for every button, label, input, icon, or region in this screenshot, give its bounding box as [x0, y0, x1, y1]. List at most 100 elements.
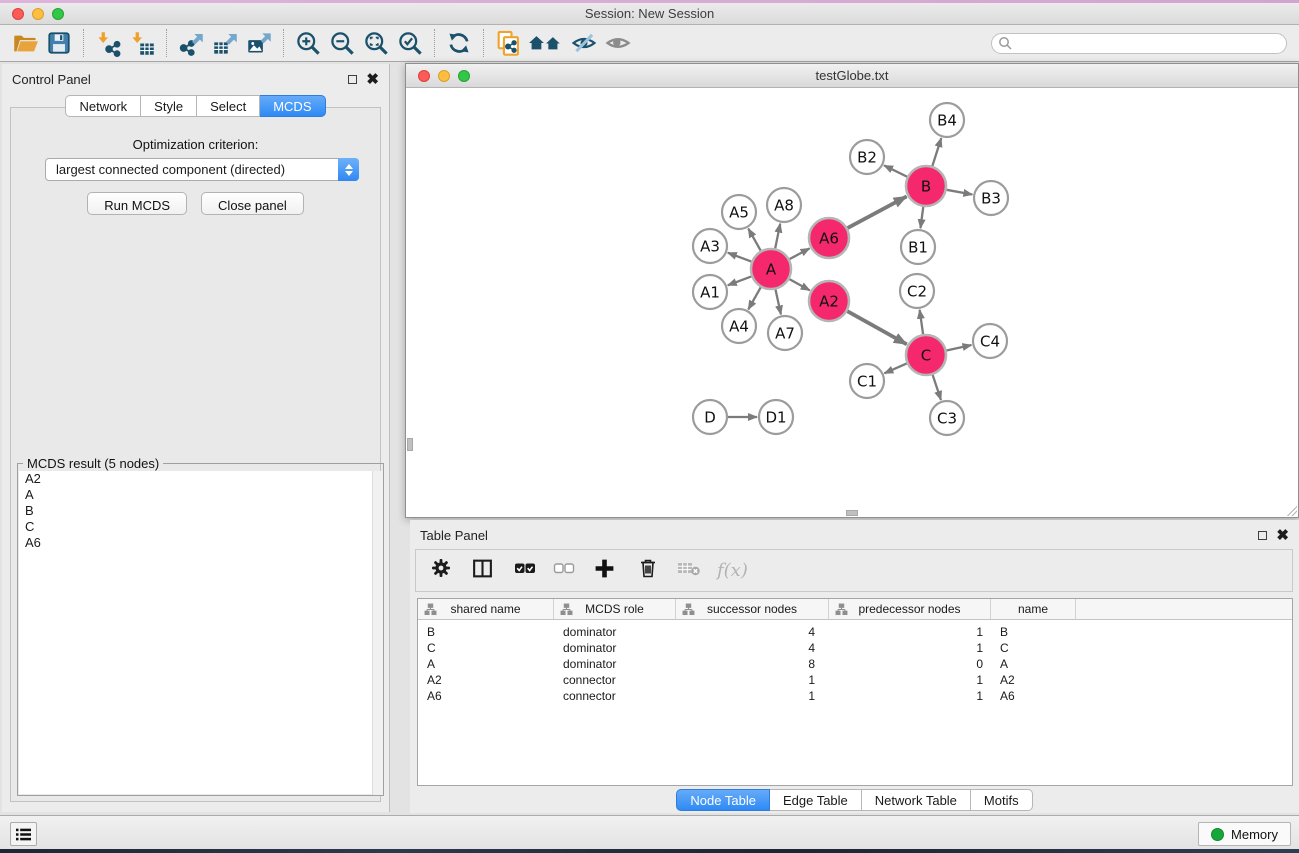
tab-network[interactable]: Network	[65, 95, 141, 117]
table-cell[interactable]: A6	[991, 688, 1076, 704]
edge-C-C3[interactable]	[933, 375, 941, 400]
edge-A2-C[interactable]	[847, 311, 906, 344]
close-window-button[interactable]	[12, 8, 24, 20]
table-options-button[interactable]	[430, 557, 452, 584]
node-B1[interactable]: B1	[901, 230, 935, 264]
node-D[interactable]: D	[693, 400, 727, 434]
table-cell[interactable]: C	[418, 640, 554, 656]
zoom-fit-button[interactable]	[359, 28, 393, 58]
edge-B-B3[interactable]	[947, 190, 973, 195]
table-cell[interactable]: dominator	[554, 640, 676, 656]
delete-entry-button[interactable]	[637, 557, 659, 584]
node-C3[interactable]: C3	[930, 401, 964, 435]
select-all-button[interactable]	[513, 557, 537, 584]
delete-table-button[interactable]	[676, 557, 702, 584]
node-A2[interactable]: A2	[809, 281, 849, 321]
mcds-result-item[interactable]: A2	[19, 471, 382, 487]
edge-A-A1[interactable]	[728, 276, 752, 285]
column-header-name[interactable]: name	[991, 599, 1076, 619]
tab-style[interactable]: Style	[141, 95, 197, 117]
edge-C-C4[interactable]	[947, 345, 972, 350]
table-row[interactable]: A6connector11A6	[418, 688, 1292, 704]
node-A[interactable]: A	[751, 249, 791, 289]
node-B3[interactable]: B3	[974, 181, 1008, 215]
node-A5[interactable]: A5	[722, 195, 756, 229]
show-column-button[interactable]	[471, 557, 494, 585]
tab-select[interactable]: Select	[197, 95, 260, 117]
edge-B-B4[interactable]	[932, 138, 941, 166]
result-scrollbar[interactable]	[372, 471, 383, 795]
table-cell[interactable]: 1	[829, 640, 991, 656]
export-image-button[interactable]	[242, 28, 276, 58]
table-row[interactable]: Adominator80A	[418, 656, 1292, 672]
table-cell[interactable]: 4	[676, 640, 829, 656]
canvas-vertical-scroll-thumb[interactable]	[407, 438, 413, 451]
node-A6[interactable]: A6	[809, 218, 849, 258]
show-panels-button[interactable]	[601, 28, 635, 58]
tab-mcds[interactable]: MCDS	[260, 95, 325, 117]
table-cell[interactable]: connector	[554, 688, 676, 704]
edge-A-A6[interactable]	[790, 248, 810, 259]
node-C[interactable]: C	[906, 335, 946, 375]
table-cell[interactable]: B	[991, 624, 1076, 640]
table-cell[interactable]: 0	[829, 656, 991, 672]
edge-A-A5[interactable]	[748, 229, 760, 251]
node-C4[interactable]: C4	[973, 324, 1007, 358]
node-C1[interactable]: C1	[850, 364, 884, 398]
edge-B-B1[interactable]	[920, 207, 923, 228]
tab-motifs[interactable]: Motifs	[971, 789, 1033, 811]
node-A1[interactable]: A1	[693, 275, 727, 309]
mcds-result-item[interactable]: A6	[19, 535, 382, 551]
run-mcds-button[interactable]: Run MCDS	[87, 192, 187, 215]
export-table-button[interactable]	[208, 28, 242, 58]
refresh-button[interactable]	[442, 28, 476, 58]
task-history-button[interactable]	[10, 822, 37, 846]
table-cell[interactable]: A6	[418, 688, 554, 704]
table-cell[interactable]: connector	[554, 672, 676, 688]
memory-button[interactable]: Memory	[1198, 822, 1291, 846]
add-entry-button[interactable]	[593, 557, 616, 585]
edge-C-C1[interactable]	[884, 363, 906, 373]
table-cell[interactable]: 1	[676, 688, 829, 704]
node-A3[interactable]: A3	[693, 229, 727, 263]
tab-network-table[interactable]: Network Table	[862, 789, 971, 811]
node-B2[interactable]: B2	[850, 140, 884, 174]
window-resize-grip[interactable]	[1284, 503, 1297, 516]
zoom-in-button[interactable]	[291, 28, 325, 58]
close-panel-icon[interactable]: ✖	[1276, 531, 1289, 540]
table-cell[interactable]: C	[991, 640, 1076, 656]
network-minimize-button[interactable]	[438, 70, 450, 82]
node-C2[interactable]: C2	[900, 274, 934, 308]
table-cell[interactable]: dominator	[554, 624, 676, 640]
zoom-window-button[interactable]	[52, 8, 64, 20]
column-header-shared-name[interactable]: shared name	[418, 599, 554, 619]
node-A8[interactable]: A8	[767, 188, 801, 222]
edge-A6-B[interactable]	[848, 196, 907, 228]
float-panel-icon[interactable]	[348, 75, 357, 84]
import-network-button[interactable]	[91, 28, 125, 58]
tab-node-table[interactable]: Node Table	[676, 789, 770, 811]
function-builder-button[interactable]: f(x)	[717, 560, 748, 581]
table-row[interactable]: Bdominator41B	[418, 624, 1292, 640]
column-header-mcds-role[interactable]: MCDS role	[554, 599, 676, 619]
node-B[interactable]: B	[906, 166, 946, 206]
edge-A-A3[interactable]	[728, 253, 752, 262]
show-all-networks-button[interactable]	[525, 28, 567, 58]
network-window-titlebar[interactable]: testGlobe.txt	[406, 64, 1298, 88]
canvas-horizontal-scroll-thumb[interactable]	[846, 510, 858, 516]
node-D1[interactable]: D1	[759, 400, 793, 434]
column-header-successor-nodes[interactable]: successor nodes	[676, 599, 829, 619]
close-panel-button[interactable]: Close panel	[201, 192, 304, 215]
edge-A-A8[interactable]	[775, 224, 780, 249]
edge-B-B2[interactable]	[884, 165, 907, 176]
node-A4[interactable]: A4	[722, 309, 756, 343]
edge-A-A7[interactable]	[775, 290, 780, 315]
close-panel-icon[interactable]: ✖	[366, 75, 379, 84]
network-close-button[interactable]	[418, 70, 430, 82]
network-zoom-button[interactable]	[458, 70, 470, 82]
hide-panels-button[interactable]	[567, 28, 601, 58]
table-cell[interactable]: A2	[418, 672, 554, 688]
table-cell[interactable]: A	[418, 656, 554, 672]
minimize-window-button[interactable]	[32, 8, 44, 20]
search-input[interactable]	[991, 33, 1287, 54]
